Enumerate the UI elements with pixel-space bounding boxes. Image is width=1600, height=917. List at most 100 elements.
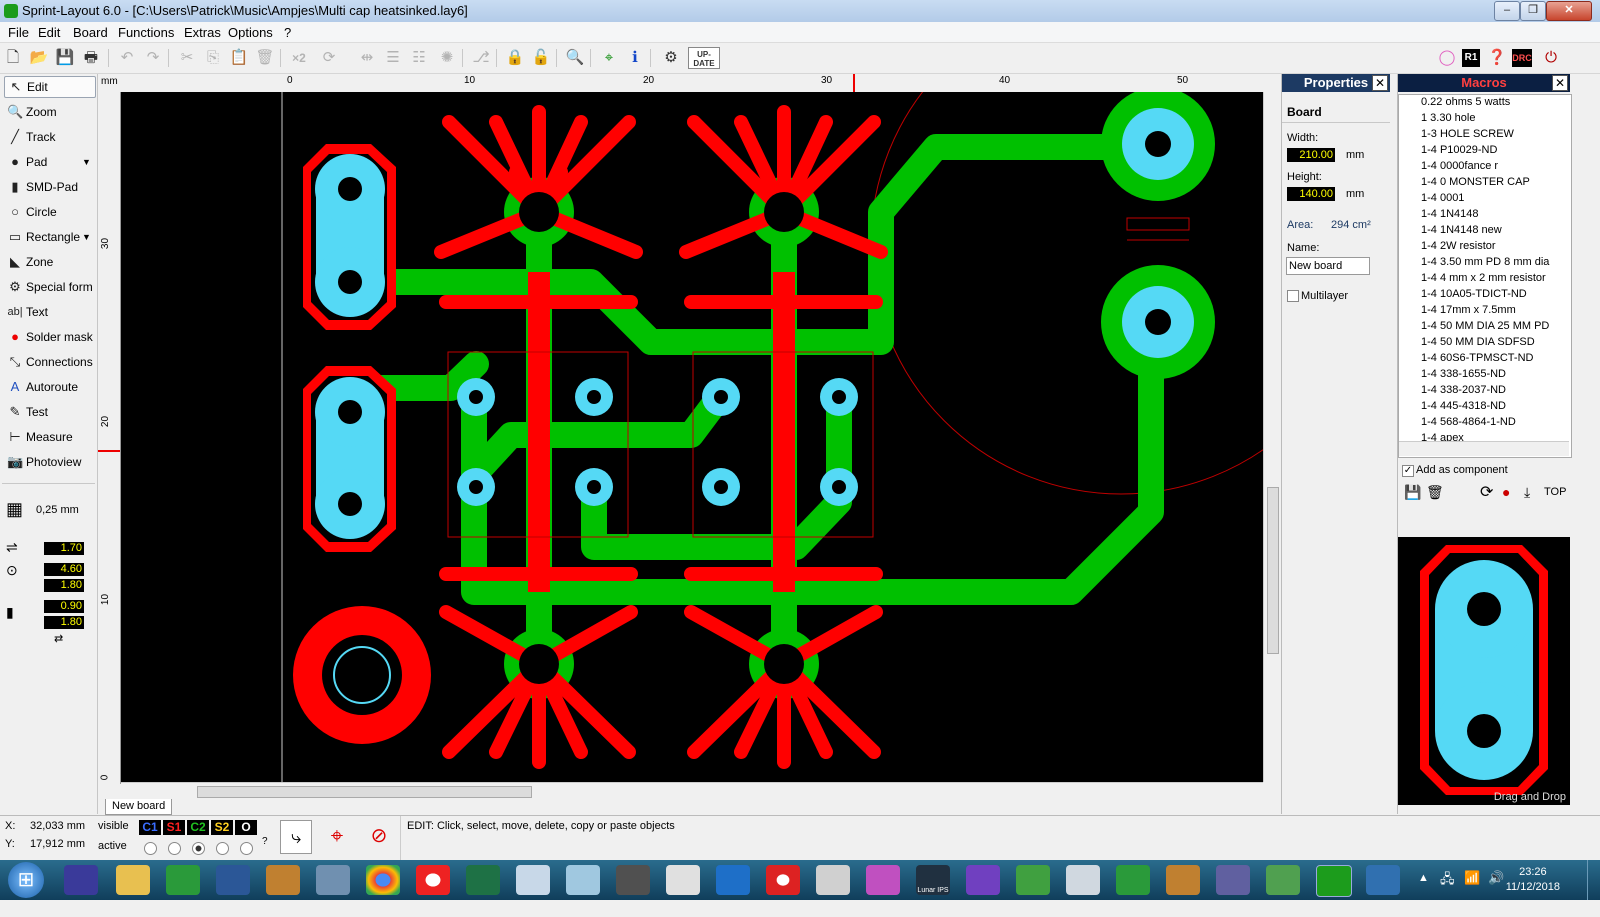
info-icon[interactable]: ℹ — [624, 47, 646, 69]
no-connection-icon[interactable]: ⊘ — [362, 820, 396, 852]
layer-s2-radio[interactable] — [216, 842, 229, 855]
drc-icon[interactable]: DRC — [1512, 49, 1532, 67]
tool-connections[interactable]: ⤡ Connections — [4, 351, 94, 373]
open-folder-icon[interactable]: 📂 — [28, 47, 50, 69]
component-icon[interactable]: ⚙ — [660, 47, 682, 69]
duplicate-icon[interactable]: ×2 — [288, 47, 310, 69]
list-item[interactable]: 1-4 1N4148 new — [1421, 224, 1502, 236]
pink-circle-icon[interactable]: ◯ — [1436, 47, 1458, 69]
macro-list[interactable]: 0.22 ohms 5 watts 1 3.30 hole 1-3 HOLE S… — [1398, 94, 1572, 458]
route-icon[interactable]: ⎇ — [470, 47, 492, 69]
save-icon[interactable]: 💾 — [1404, 484, 1421, 501]
layer-c1-toggle[interactable]: C1 — [139, 820, 161, 835]
layer-s1-toggle[interactable]: S1 — [163, 820, 185, 835]
close-icon[interactable]: ✕ — [1372, 75, 1388, 91]
list-item[interactable]: 1-4 50 MM DIA 25 MM PD — [1421, 320, 1549, 332]
tool-smd-pad[interactable]: ▮ SMD-Pad — [4, 176, 94, 198]
layer-c2-toggle[interactable]: C2 — [187, 820, 209, 835]
redo-icon[interactable]: ↷ — [142, 47, 164, 69]
layer-help[interactable]: ? — [262, 836, 268, 847]
update-icon[interactable]: UP-DATE — [688, 47, 720, 69]
taskbar-app-icon[interactable] — [1016, 865, 1050, 895]
taskbar-app-icon[interactable] — [616, 865, 650, 895]
width-input[interactable]: 210.00 — [1287, 148, 1335, 162]
menu-help[interactable]: ? — [284, 25, 291, 40]
layer-s1-radio[interactable] — [168, 842, 181, 855]
tool-rectangle[interactable]: ▭ Rectangle ▼ — [4, 226, 94, 248]
taskbar-app-vs-icon[interactable] — [64, 865, 98, 895]
list-item[interactable]: 1-4 445-4318-ND — [1421, 400, 1506, 412]
taskbar-app-icon[interactable] — [1216, 865, 1250, 895]
paste-icon[interactable]: 📋 — [228, 47, 250, 69]
taskbar-app-icon[interactable] — [316, 865, 350, 895]
restore-button[interactable]: ❐ — [1520, 1, 1546, 21]
menu-board[interactable]: Board — [73, 25, 108, 40]
macro-preview[interactable]: Drag and Drop — [1398, 537, 1570, 805]
menu-options[interactable]: Options — [228, 25, 273, 40]
list-hscrollbar[interactable] — [1399, 441, 1569, 456]
chevron-down-icon[interactable]: ▼ — [82, 151, 91, 173]
taskbar-app-icon[interactable] — [1066, 865, 1100, 895]
copy-icon[interactable]: ⎘ — [202, 47, 224, 69]
r1-icon[interactable]: R1 — [1462, 49, 1480, 67]
tool-special-form[interactable]: ⚙ Special form — [4, 276, 94, 298]
crosshair-icon[interactable]: ⌖ — [320, 820, 354, 852]
list-item[interactable]: 1-4 0001 — [1421, 192, 1464, 204]
horizontal-scrollbar[interactable] — [121, 782, 1263, 799]
taskbar-app-icon[interactable] — [566, 865, 600, 895]
add-component-checkbox[interactable]: ✓ — [1402, 465, 1414, 477]
list-item[interactable]: 1-4 2W resistor — [1421, 240, 1496, 252]
tool-track[interactable]: ╱ Track — [4, 126, 94, 148]
tool-measure[interactable]: ⊢ Measure — [4, 426, 94, 448]
list-item[interactable]: 1-4 3.50 mm PD 8 mm dia — [1421, 256, 1549, 268]
scroll-thumb[interactable] — [197, 786, 532, 798]
tool-circle[interactable]: ○ Circle — [4, 201, 94, 223]
rotate-icon[interactable]: ⟳ — [318, 47, 340, 69]
taskbar-sprint-layout-icon[interactable] — [1316, 865, 1352, 897]
solder-icon[interactable]: ⤷ — [280, 820, 312, 854]
swap-icon[interactable]: ⇄ — [54, 632, 63, 645]
taskbar-excel-icon[interactable] — [466, 865, 500, 895]
align-icon[interactable]: ☰ — [382, 47, 404, 69]
height-input[interactable]: 140.00 — [1287, 187, 1335, 201]
tray-volume-icon[interactable]: 🔊 — [1488, 870, 1504, 886]
list-item[interactable]: 1-4 0000fance r — [1421, 160, 1498, 172]
menu-extras[interactable]: Extras — [184, 25, 221, 40]
tray-device-icon[interactable]: 🖧 — [1440, 870, 1455, 892]
rotate-icon[interactable]: ⟳ — [1480, 482, 1493, 502]
vertical-scrollbar[interactable] — [1263, 92, 1281, 782]
taskbar-app-icon[interactable] — [816, 865, 850, 895]
close-icon[interactable]: ✕ — [1552, 75, 1568, 91]
list-item[interactable]: 1-3 HOLE SCREW — [1421, 128, 1514, 140]
list-item[interactable]: 1-4 0 MONSTER CAP — [1421, 176, 1530, 188]
taskbar-calculator-icon[interactable] — [516, 865, 550, 895]
mirror-icon[interactable]: ⇹ — [356, 47, 378, 69]
list-item[interactable]: 1-4 60S6-TPMSCT-ND — [1421, 352, 1533, 364]
tool-test[interactable]: ✎ Test — [4, 401, 94, 423]
tool-zoom[interactable]: 🔍 Zoom — [4, 101, 94, 123]
list-item[interactable]: 1-4 17mm x 7.5mm — [1421, 304, 1516, 316]
taskbar-app-icon[interactable] — [1166, 865, 1200, 895]
list-item[interactable]: 0.22 ohms 5 watts — [1421, 96, 1510, 108]
list-item[interactable]: 1-4 50 MM DIA SDFSD — [1421, 336, 1535, 348]
tool-pad[interactable]: ● Pad ▼ — [4, 151, 94, 173]
exit-icon[interactable]: ⏻ — [1540, 47, 1562, 69]
smd-height-input[interactable]: 1.80 — [44, 616, 84, 629]
tray-clock[interactable]: 23:26 11/12/2018 — [1506, 865, 1560, 895]
layer-c1-radio[interactable] — [144, 842, 157, 855]
list-item[interactable]: 1-4 10A05-TDICT-ND — [1421, 288, 1527, 300]
taskbar-app-icon[interactable] — [1366, 865, 1400, 895]
list-item[interactable]: 1-4 568-4864-1-ND — [1421, 416, 1516, 428]
tool-edit[interactable]: ↖ Edit — [4, 76, 96, 98]
taskbar-app-icon[interactable] — [266, 865, 300, 895]
list-item[interactable]: 1-4 P10029-ND — [1421, 144, 1497, 156]
menu-file[interactable]: File — [8, 25, 29, 40]
scroll-thumb[interactable] — [1267, 487, 1279, 654]
lock-icon[interactable]: 🔒 — [504, 47, 526, 69]
close-button[interactable]: ✕ — [1546, 1, 1592, 21]
chevron-down-icon[interactable]: ▼ — [82, 226, 91, 248]
taskbar-app-icon[interactable] — [166, 865, 200, 895]
group-icon[interactable]: ✺ — [436, 47, 458, 69]
tool-zone[interactable]: ◣ Zone — [4, 251, 94, 273]
distribute-icon[interactable]: ☷ — [408, 47, 430, 69]
